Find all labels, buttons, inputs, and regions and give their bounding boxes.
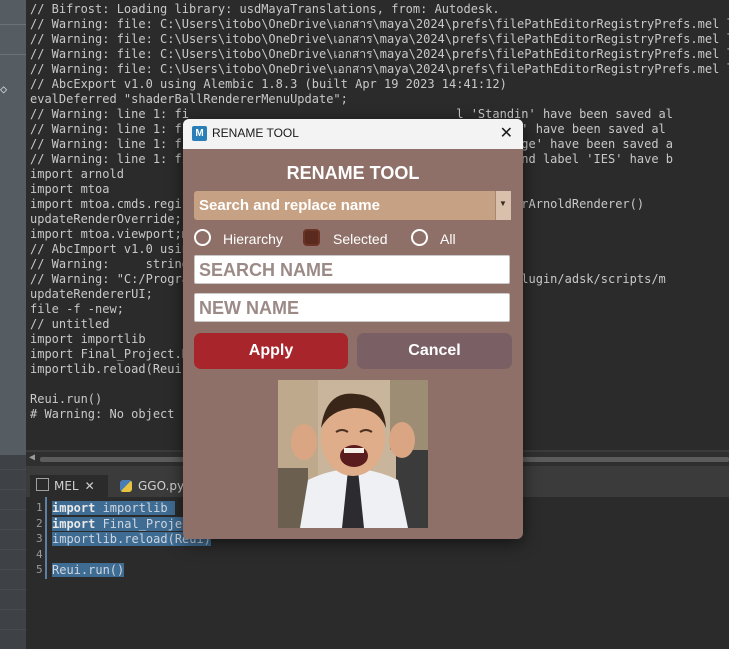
output-line: // Warning: file: C:\Users\itobo\OneDriv…: [30, 47, 729, 61]
output-line: updateRenderOverride;: [30, 212, 182, 226]
line-number: 1: [36, 501, 43, 514]
code-line[interactable]: Reui.run(): [52, 562, 125, 578]
output-line: file -f -new;: [30, 302, 124, 316]
new-name-input[interactable]: [195, 294, 501, 323]
line-number: 5: [36, 563, 43, 576]
radio-label: All: [440, 231, 456, 247]
viewport-divider: [0, 54, 26, 55]
code-line[interactable]: import Final_Projec: [52, 516, 190, 532]
output-line: // Warning: file: C:\Users\itobo\OneDriv…: [30, 17, 729, 31]
output-line: import mtoa: [30, 182, 110, 196]
tab-mel[interactable]: MEL ✕: [30, 475, 108, 497]
cancel-button[interactable]: Cancel: [357, 333, 512, 369]
output-line: import mtoa.viewport;m: [30, 227, 189, 241]
output-line: evalDeferred "shaderBallRendererMenuUpda…: [30, 92, 348, 106]
radio-hierarchy[interactable]: Hierarchy: [194, 228, 294, 250]
selected-code: import importlib: [52, 501, 175, 515]
radio-circle-checked[interactable]: [303, 229, 320, 246]
code-text: Final_Projec: [95, 516, 190, 531]
tool-heading: RENAME TOOL: [286, 163, 420, 183]
tab-ggo-py[interactable]: GGO.py: [114, 475, 194, 497]
selected-code: import Final_Projec: [52, 516, 190, 531]
radio-selected[interactable]: Selected: [303, 228, 398, 250]
dialog-titlebar[interactable]: M RENAME TOOL ✕: [183, 119, 523, 149]
output-line: # Warning: No object s: [30, 407, 189, 421]
radio-label: Hierarchy: [223, 231, 283, 247]
radio-circle[interactable]: [194, 229, 211, 246]
code-text: Reui.run(): [52, 563, 125, 577]
maya-app-icon: M: [192, 126, 207, 141]
viewport-strip: ◇: [0, 0, 26, 649]
tab-label: GGO.py: [138, 479, 185, 493]
viewport-divider: [0, 24, 26, 25]
python-file-icon: [120, 480, 132, 492]
close-icon[interactable]: ✕: [500, 123, 513, 143]
search-name-field[interactable]: [194, 255, 510, 285]
output-line: import importlib: [30, 332, 146, 346]
expand-arrow-icon[interactable]: ◇: [0, 82, 7, 96]
selection-marker: [45, 497, 47, 579]
mel-file-icon: [36, 478, 49, 491]
output-line: updateRendererUI;: [30, 287, 153, 301]
line-number: 3: [36, 532, 43, 545]
output-line: // Warning: file: C:\Users\itobo\OneDriv…: [30, 32, 729, 46]
output-line: // AbcExport v1.0 using Alembic 1.8.3 (b…: [30, 77, 507, 91]
search-name-input[interactable]: [195, 256, 501, 285]
output-line: // Warning: file: C:\Users\itobo\OneDriv…: [30, 62, 729, 76]
mode-dropdown[interactable]: Search and replace name ▼: [194, 191, 511, 220]
selected-code: Reui.run(): [52, 563, 125, 577]
output-line: import Final_Project.R: [30, 347, 189, 361]
radio-circle[interactable]: [411, 229, 428, 246]
code-text: importlib: [95, 501, 175, 515]
keyword: import: [52, 516, 96, 531]
radio-label: Selected: [333, 231, 388, 247]
close-tab-icon[interactable]: ✕: [85, 479, 95, 493]
line-number: 2: [36, 516, 43, 530]
laughing-man-illustration: [278, 380, 428, 528]
line-number: 4: [36, 547, 43, 561]
dropdown-arrow[interactable]: ▼: [495, 191, 511, 220]
line-number-gutter: 1 2 3 4 5: [26, 497, 46, 649]
scope-options: Hierarchy Selected All: [194, 228, 514, 250]
output-line: // Warning: string: [30, 257, 189, 271]
reaction-gif-image: [278, 380, 428, 528]
keyword: import: [52, 501, 96, 515]
output-line: // AbcImport v1.0 usin: [30, 242, 189, 256]
output-line: Reui.run(): [30, 392, 103, 406]
chevron-down-icon: ▼: [499, 199, 507, 208]
output-line: // Bifrost: Loading library: usdMayaTran…: [30, 2, 500, 16]
output-line: // untitled: [30, 317, 110, 331]
viewport-grid: [0, 455, 26, 649]
tab-label: MEL: [54, 479, 79, 493]
mode-dropdown-value: Search and replace name: [199, 197, 380, 214]
radio-all[interactable]: All: [411, 228, 471, 250]
rename-tool-dialog: M RENAME TOOL ✕ RENAME TOOL Search and r…: [183, 119, 523, 539]
output-line: importlib.reload(Reui): [30, 362, 189, 376]
output-line: import arnold: [30, 167, 124, 181]
code-line[interactable]: import importlib: [52, 500, 175, 516]
new-name-field[interactable]: [194, 293, 510, 323]
scroll-left-icon[interactable]: ◀: [29, 452, 35, 463]
window-title: RENAME TOOL: [212, 126, 299, 140]
apply-button[interactable]: Apply: [194, 333, 348, 369]
